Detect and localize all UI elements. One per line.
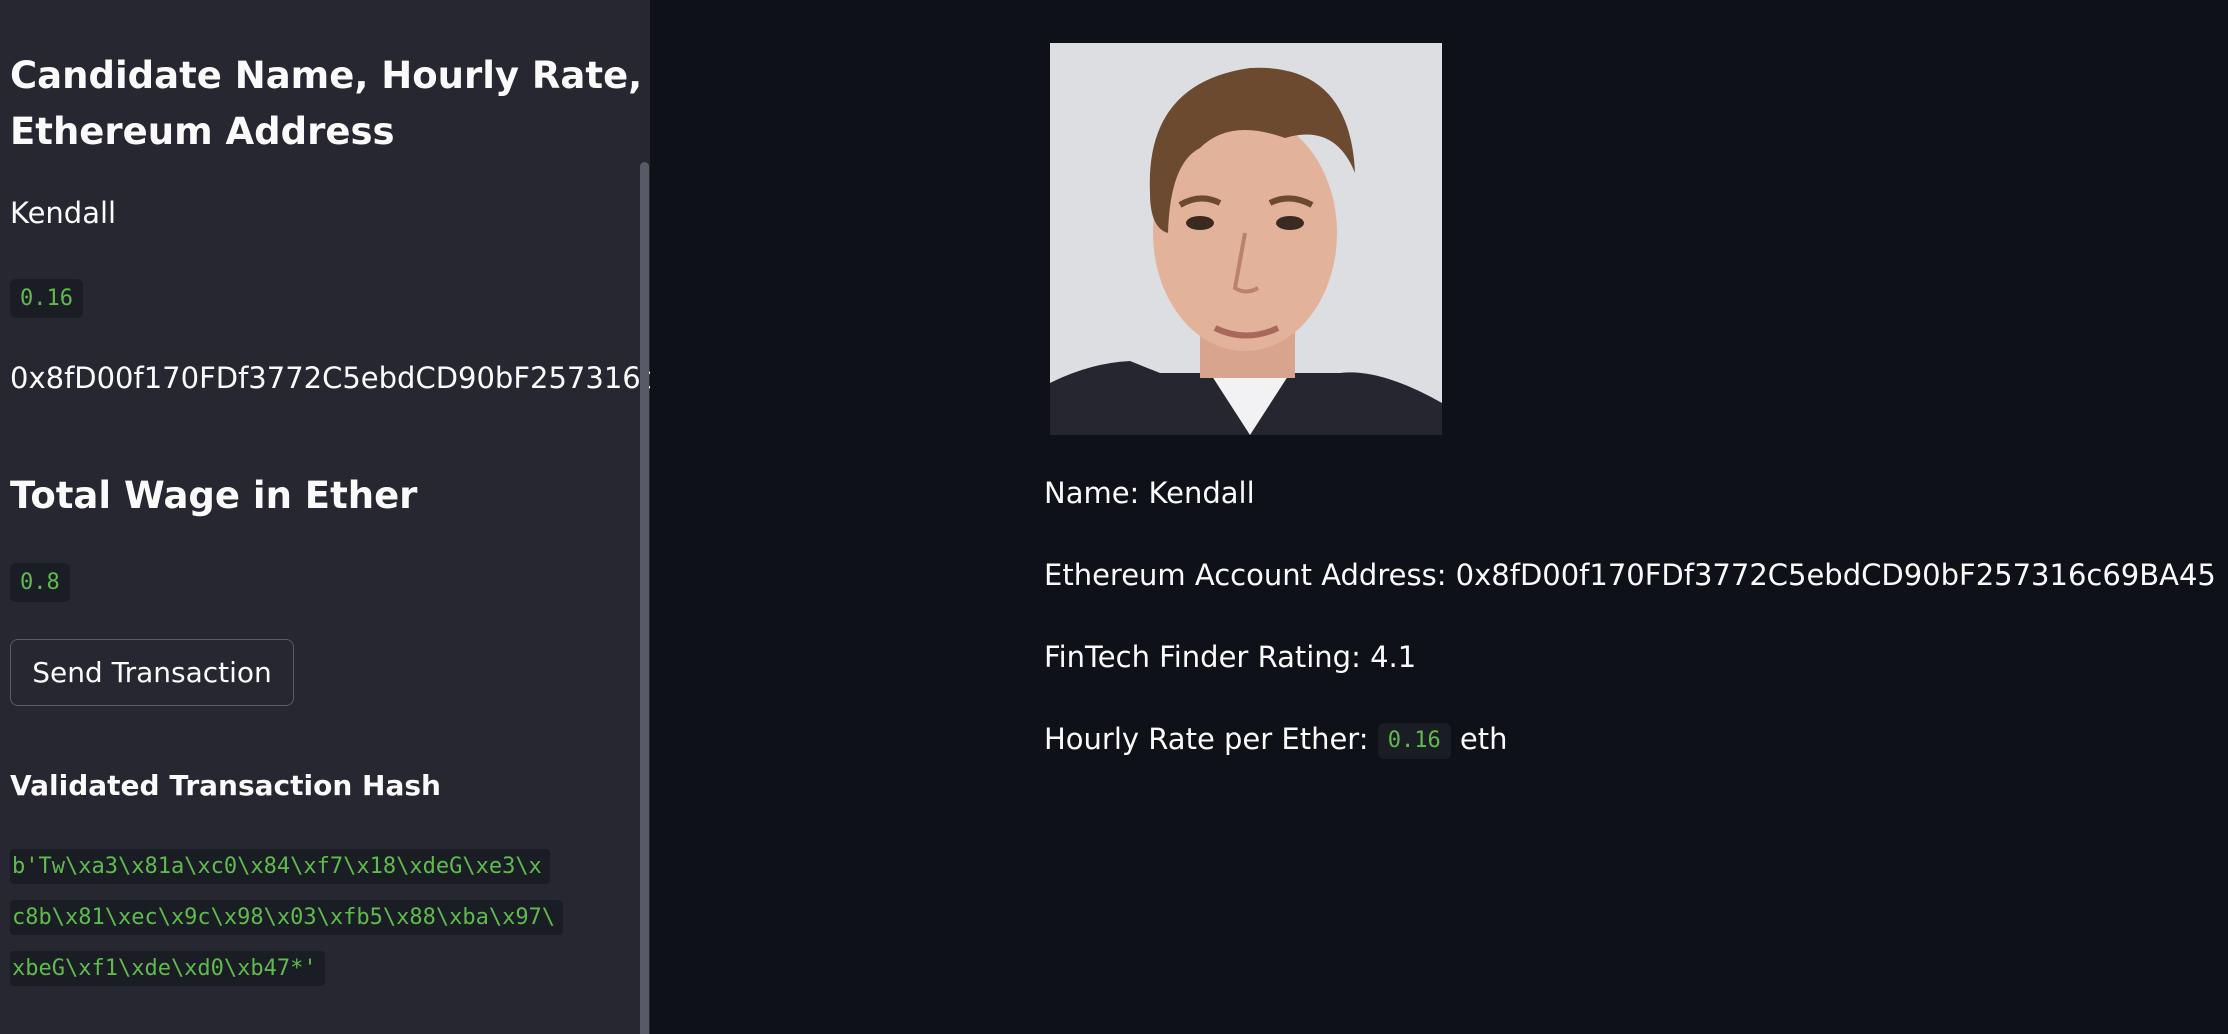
hourly-rate-chip: 0.16 [1377,723,1451,759]
candidate-photo-illustration [1050,43,1442,435]
transaction-hash-line: b'Tw\xa3\x81a\xc0\x84\xf7\x18\xdeG\xe3\x [10,849,550,884]
send-transaction-button[interactable]: Send Transaction [10,639,294,706]
hourly-rate-unit: eth [1459,722,1508,756]
sidebar-heading: Candidate Name, Hourly Rate, and Ethereu… [10,48,650,160]
fintech-finder-rating-label: FinTech Finder Rating: 4.1 [1044,640,1417,674]
ethereum-address: 0x8fD00f170FDf3772C5ebdCD90bF257316c69BA… [10,361,650,395]
sidebar-scrollbar-thumb[interactable] [640,162,649,1034]
candidate-name-label: Name: Kendall [1044,476,1255,510]
total-wage-value: 0.8 [10,563,70,602]
candidate-name: Kendall [10,196,117,230]
hourly-rate-row: Hourly Rate per Ether: 0.16 eth [1044,722,1508,759]
sidebar-heading-line-2: Ethereum Address [10,110,395,153]
hourly-rate-prefix: Hourly Rate per Ether: [1044,722,1369,756]
transaction-hash-line: xbeG\xf1\xde\xd0\xb47*' [10,951,325,986]
sidebar: Candidate Name, Hourly Rate, and Ethereu… [0,0,650,1034]
main-content: Name: Kendall Ethereum Account Address: … [650,0,2228,1034]
validated-hash-heading: Validated Transaction Hash [10,769,441,802]
total-wage-heading: Total Wage in Ether [10,474,418,517]
sidebar-heading-line-1: Candidate Name, Hourly Rate, and [10,54,650,97]
hourly-rate-value: 0.16 [10,279,83,318]
candidate-photo [1050,43,1442,435]
ethereum-account-address-label: Ethereum Account Address: 0x8fD00f170FDf… [1044,558,2216,592]
transaction-hash-line: c8b\x81\xec\x9c\x98\x03\xfb5\x88\xba\x97… [10,900,564,935]
